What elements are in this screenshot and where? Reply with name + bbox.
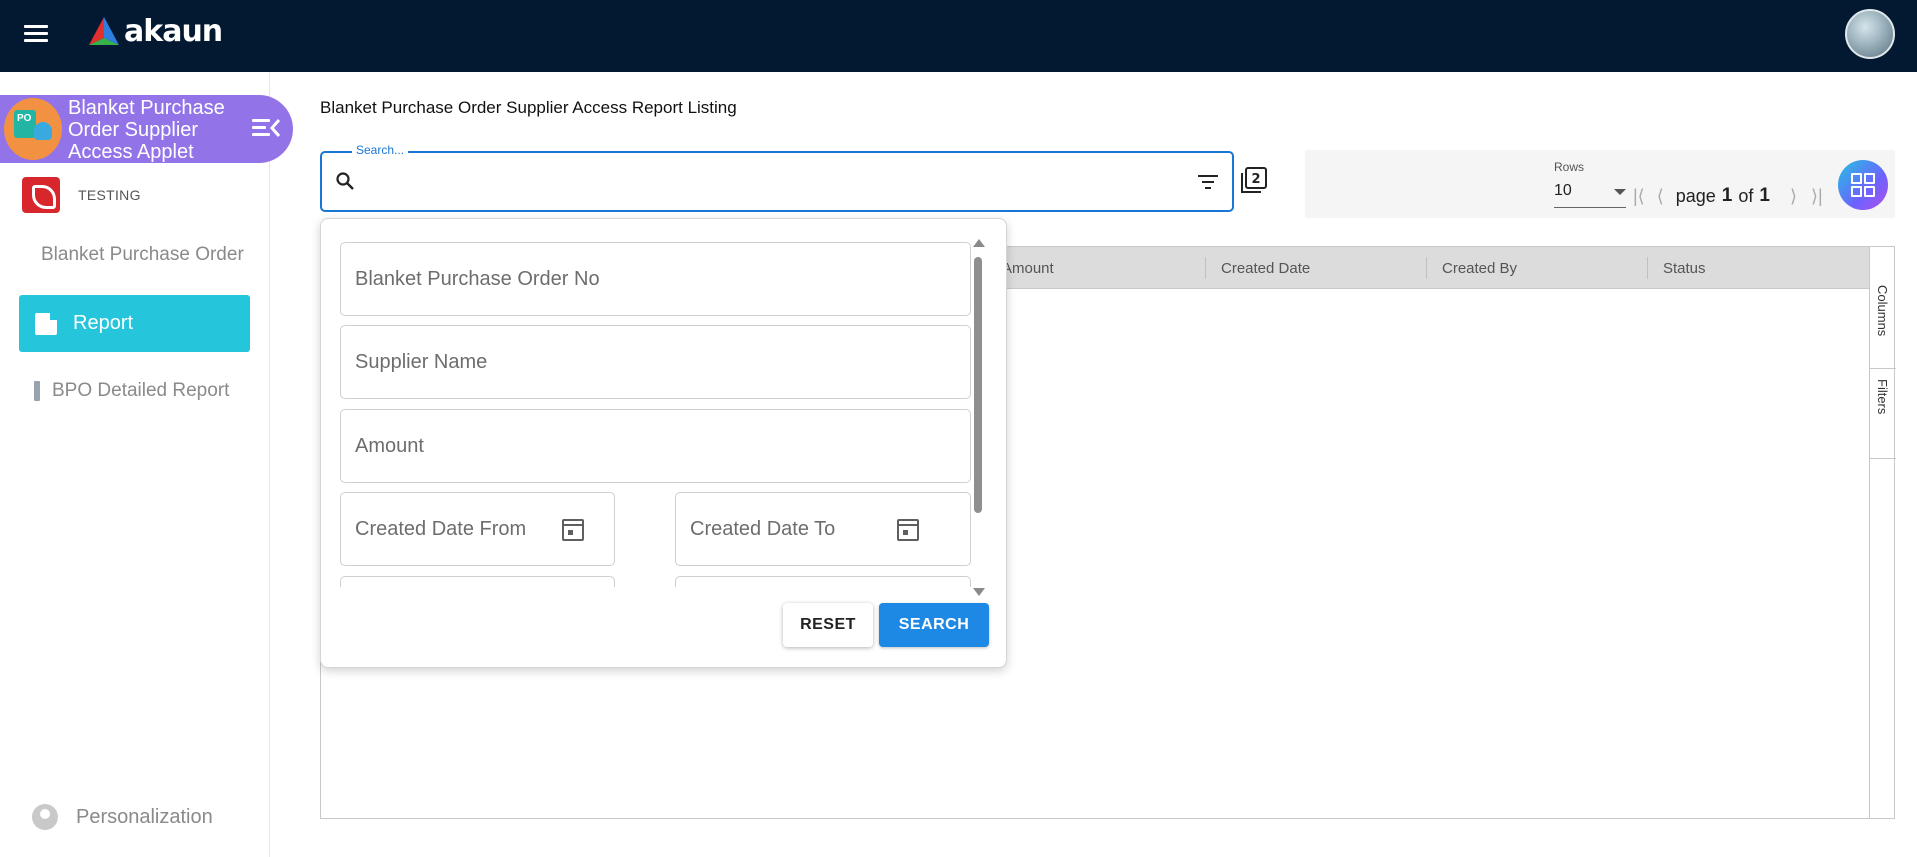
rows-per-page-select[interactable]: 10 (1554, 178, 1626, 208)
akaun-logo-icon (89, 17, 119, 45)
scroll-thumb[interactable] (974, 257, 982, 513)
sidebar-item-blanket-purchase-order[interactable]: Blanket Purchase Order (41, 244, 244, 266)
supplier-name-field[interactable]: Supplier Name (340, 325, 971, 399)
report-icon (35, 312, 57, 335)
applet-header: PO Blanket Purchase Order Supplier Acces… (0, 95, 293, 163)
top-bar: akaun (0, 0, 1917, 72)
pagination: |⟨ ⟨ page 1 of 1 ⟩ ⟩| (1633, 183, 1823, 209)
applet-title: Blanket Purchase Order Supplier Access A… (68, 97, 225, 163)
search-button[interactable]: SEARCH (879, 603, 989, 647)
org-logo-icon (22, 177, 60, 213)
org-row[interactable]: TESTING (22, 177, 141, 213)
next-page-icon[interactable]: ⟩ (1790, 186, 1797, 207)
panel-scrollbar[interactable] (972, 239, 985, 596)
reset-button[interactable]: RESET (783, 603, 873, 647)
of-word: of (1738, 185, 1754, 206)
grid-icon (1851, 173, 1862, 184)
calendar-icon[interactable] (562, 519, 584, 541)
org-label: TESTING (78, 187, 141, 203)
created-date-to-field[interactable]: Created Date To (675, 492, 971, 566)
columns-tab[interactable]: Columns (1870, 277, 1896, 369)
prev-page-icon[interactable]: ⟨ (1657, 186, 1664, 207)
scroll-down-arrow-icon[interactable] (973, 588, 985, 596)
scroll-up-arrow-icon[interactable] (973, 239, 985, 247)
rows-value: 10 (1554, 182, 1572, 199)
total-pages: 1 (1759, 185, 1770, 206)
menu-icon[interactable] (24, 23, 50, 43)
filters-tab[interactable]: Filters (1870, 369, 1896, 459)
column-header-amount[interactable]: Amount (1002, 260, 1054, 277)
page-title: Blanket Purchase Order Supplier Access R… (320, 98, 737, 117)
sidebar-item-label: Report (73, 312, 134, 334)
logo-text: akaun (124, 13, 223, 49)
first-page-icon[interactable]: |⟨ (1633, 186, 1645, 207)
search-bar[interactable]: Search... (320, 143, 1234, 212)
created-date-to-placeholder: Created Date To (690, 518, 836, 540)
calendar-icon[interactable] (897, 519, 919, 541)
column-header-status[interactable]: Status (1663, 260, 1706, 277)
created-date-from-field[interactable]: Created Date From (340, 492, 615, 566)
advanced-search-panel: Blanket Purchase Order No Supplier Name … (320, 218, 1007, 668)
personalization-label: Personalization (76, 805, 213, 828)
rows-label: Rows (1554, 160, 1585, 174)
applet-icon-text: PO (17, 113, 32, 124)
filters-tab-label: Filters (1875, 379, 1890, 415)
grid-side-panel: Columns Filters (1869, 247, 1896, 818)
search-form: Blanket Purchase Order No Supplier Name … (321, 219, 981, 587)
column-header-created-by[interactable]: Created By (1442, 260, 1517, 277)
supplier-name-placeholder: Supplier Name (355, 351, 488, 373)
filter-icon[interactable] (1198, 174, 1218, 190)
last-page-icon[interactable]: ⟩| (1811, 186, 1823, 207)
amount-field[interactable]: Amount (340, 409, 971, 483)
search-legend: Search... (352, 143, 409, 157)
additional-field-left[interactable] (340, 576, 615, 587)
bpo-no-placeholder: Blanket Purchase Order No (355, 268, 600, 290)
search-input[interactable] (360, 167, 1180, 197)
chevron-down-icon (1614, 189, 1626, 195)
bpo-no-field[interactable]: Blanket Purchase Order No (340, 242, 971, 316)
search-icon (336, 172, 354, 190)
user-avatar[interactable] (1845, 9, 1895, 59)
created-date-from-placeholder: Created Date From (355, 518, 527, 540)
page-word: page (1675, 185, 1716, 206)
report-icon (34, 381, 40, 401)
library-stack-icon[interactable]: 2 (1238, 166, 1268, 196)
applet-icon: PO (4, 98, 62, 160)
sidebar: PO Blanket Purchase Order Supplier Acces… (0, 72, 293, 857)
amount-placeholder: Amount (355, 435, 424, 457)
sidebar-item-bpo-detailed-report[interactable]: BPO Detailed Report (34, 380, 229, 402)
additional-field-right[interactable] (675, 576, 971, 587)
current-page: 1 (1721, 185, 1733, 206)
user-icon (32, 804, 58, 830)
app-logo[interactable]: akaun (88, 13, 223, 49)
sidebar-item-label: BPO Detailed Report (52, 380, 230, 401)
stack-badge: 2 (1251, 172, 1260, 187)
sidebar-item-report[interactable]: Report (19, 295, 250, 352)
columns-tab-label: Columns (1875, 285, 1890, 337)
column-header-created-date[interactable]: Created Date (1221, 260, 1310, 277)
collapse-sidebar-icon[interactable] (252, 117, 282, 139)
grid-view-button[interactable] (1838, 160, 1888, 210)
personalization-link[interactable]: Personalization (32, 804, 213, 830)
